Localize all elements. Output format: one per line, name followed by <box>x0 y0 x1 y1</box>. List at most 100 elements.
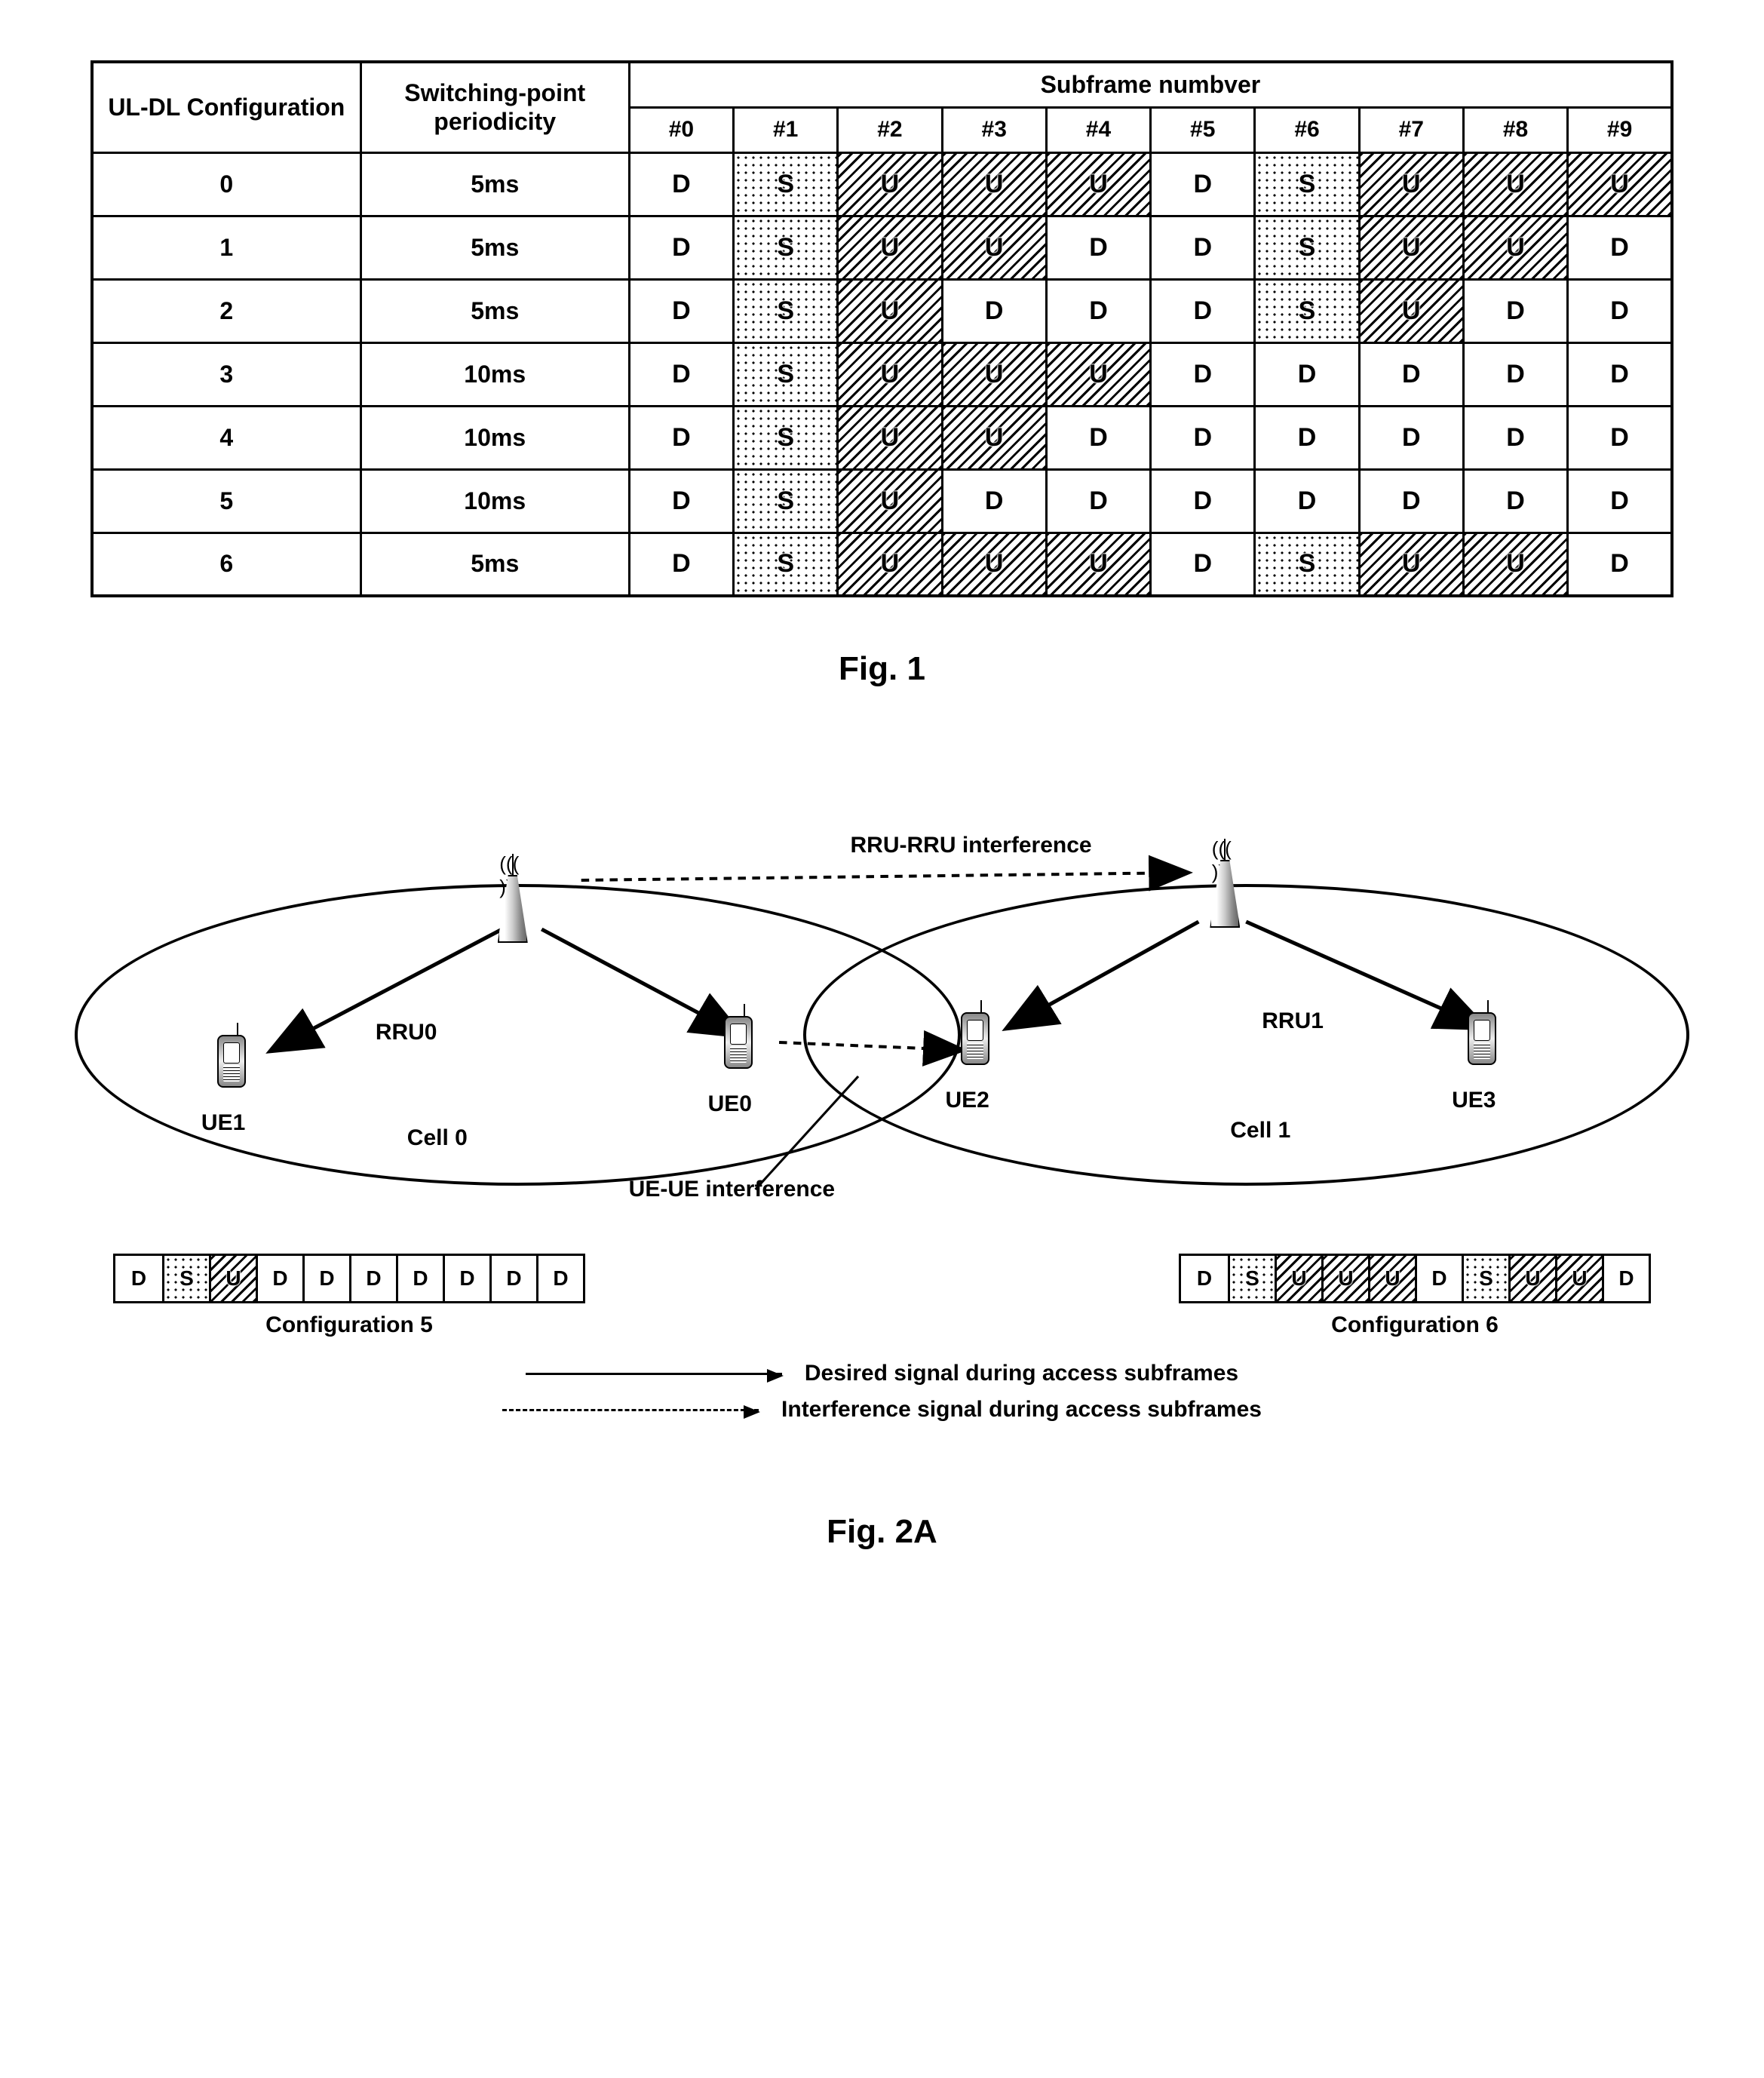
subframe-cell: U <box>838 216 942 279</box>
subframe-cell: S <box>1255 279 1359 342</box>
table-row: 310msDSUUUDDDDD <box>92 342 1672 406</box>
subframe-cell: D <box>1046 279 1150 342</box>
subframe-cell: D <box>1046 469 1150 533</box>
subframe-cell: U <box>1046 152 1150 216</box>
sfh-5: #5 <box>1151 107 1255 152</box>
ue3-label: UE3 <box>1452 1088 1496 1113</box>
subframe-cell: S <box>1255 533 1359 596</box>
figure-1-caption: Fig. 1 <box>91 650 1673 688</box>
mini-subframe-cell: U <box>209 1256 256 1301</box>
mini-config-row: DSUDDDDDDD Configuration 5 DSUUUDSUUD Co… <box>113 1254 1651 1338</box>
subframe-cell: U <box>1359 533 1463 596</box>
config-cell: 5 <box>92 469 360 533</box>
subframe-cell: D <box>1568 216 1672 279</box>
subframe-cell: D <box>629 279 733 342</box>
period-cell: 5ms <box>360 152 629 216</box>
subframe-cell: U <box>1359 152 1463 216</box>
subframe-cell: U <box>1046 342 1150 406</box>
config5-block: DSUDDDDDDD Configuration 5 <box>113 1254 585 1338</box>
dashed-arrow-icon <box>502 1409 759 1411</box>
subframe-cell: D <box>629 342 733 406</box>
solid-arrow-icon <box>526 1373 782 1375</box>
figure-1: UL-DL Configuration Switching-point peri… <box>91 60 1673 688</box>
subframe-cell: D <box>1359 406 1463 469</box>
rru0-icon: ((( ))) <box>486 854 539 952</box>
mini-subframe-cell: D <box>1415 1256 1462 1301</box>
subframe-cell: D <box>1568 279 1672 342</box>
subframe-cell: U <box>1568 152 1672 216</box>
ue1-icon <box>217 1035 246 1088</box>
rru0-label: RRU0 <box>376 1020 437 1045</box>
subframe-cell: U <box>942 342 1046 406</box>
rru1-label: RRU1 <box>1262 1008 1324 1034</box>
subframe-cell: U <box>838 152 942 216</box>
mini-subframe-cell: U <box>1555 1256 1602 1301</box>
ue0-label: UE0 <box>708 1091 752 1117</box>
subframe-cell: D <box>1255 342 1359 406</box>
subframe-cell: D <box>942 469 1046 533</box>
mini-subframe-cell: D <box>302 1256 349 1301</box>
mini-subframe-cell: D <box>536 1256 583 1301</box>
sfh-9: #9 <box>1568 107 1672 152</box>
subframe-cell: D <box>1151 469 1255 533</box>
ue-ue-interference-label: UE-UE interference <box>629 1177 835 1202</box>
subframe-cell: D <box>1255 469 1359 533</box>
ue2-icon <box>961 1012 989 1065</box>
subframe-cell: S <box>734 533 838 596</box>
mini-subframe-cell: S <box>162 1256 209 1301</box>
sfh-1: #1 <box>734 107 838 152</box>
arrow-layer <box>91 809 1673 1231</box>
config6-cells: DSUUUDSUUD <box>1179 1254 1651 1303</box>
subframe-cell: D <box>1568 342 1672 406</box>
mini-subframe-cell: U <box>1275 1256 1321 1301</box>
ue1-label: UE1 <box>201 1110 245 1136</box>
table-row: 05msDSUUUDSUUU <box>92 152 1672 216</box>
subframe-cell: D <box>629 216 733 279</box>
mini-subframe-cell: D <box>349 1256 396 1301</box>
mini-subframe-cell: D <box>396 1256 443 1301</box>
sfh-2: #2 <box>838 107 942 152</box>
subframe-cell: D <box>1463 342 1567 406</box>
legend-desired-row: Desired signal during access subframes <box>526 1361 1238 1386</box>
subframe-cell: S <box>1255 216 1359 279</box>
mini-subframe-cell: D <box>1181 1256 1228 1301</box>
subframe-cell: D <box>629 152 733 216</box>
header-switching-point: Switching-point periodicity <box>360 62 629 152</box>
table-row: 25msDSUDDDSUDD <box>92 279 1672 342</box>
subframe-cell: D <box>1359 342 1463 406</box>
subframe-cell: D <box>1568 469 1672 533</box>
subframe-cell: U <box>838 533 942 596</box>
subframe-cell: S <box>734 152 838 216</box>
subframe-cell: D <box>629 533 733 596</box>
subframe-cell: D <box>1151 216 1255 279</box>
rru-rru-interference-label: RRU-RRU interference <box>851 833 1092 858</box>
subframe-cell: D <box>1151 152 1255 216</box>
subframe-cell: U <box>1463 152 1567 216</box>
subframe-cell: D <box>1359 469 1463 533</box>
rru1-icon: ((( ))) <box>1198 839 1251 937</box>
sfh-7: #7 <box>1359 107 1463 152</box>
table-row: 65msDSUUUDSUUD <box>92 533 1672 596</box>
table-row: 510msDSUDDDDDDD <box>92 469 1672 533</box>
config-cell: 4 <box>92 406 360 469</box>
legend: Desired signal during access subframes I… <box>91 1361 1673 1423</box>
interference-diagram: RRU-RRU interference UE-UE interference … <box>91 809 1673 1231</box>
subframe-cell: S <box>734 469 838 533</box>
period-cell: 5ms <box>360 216 629 279</box>
sfh-4: #4 <box>1046 107 1150 152</box>
config-cell: 2 <box>92 279 360 342</box>
sfh-6: #6 <box>1255 107 1359 152</box>
subframe-cell: S <box>734 342 838 406</box>
subframe-cell: D <box>1046 406 1150 469</box>
subframe-cell: U <box>838 342 942 406</box>
subframe-cell: U <box>942 152 1046 216</box>
subframe-cell: D <box>1151 279 1255 342</box>
table-row: 15msDSUUDDSUUD <box>92 216 1672 279</box>
subframe-cell: D <box>1568 533 1672 596</box>
subframe-cell: S <box>734 279 838 342</box>
mini-subframe-cell: D <box>443 1256 489 1301</box>
config-cell: 0 <box>92 152 360 216</box>
period-cell: 5ms <box>360 279 629 342</box>
mini-subframe-cell: U <box>1368 1256 1415 1301</box>
subframe-cell: D <box>1151 533 1255 596</box>
